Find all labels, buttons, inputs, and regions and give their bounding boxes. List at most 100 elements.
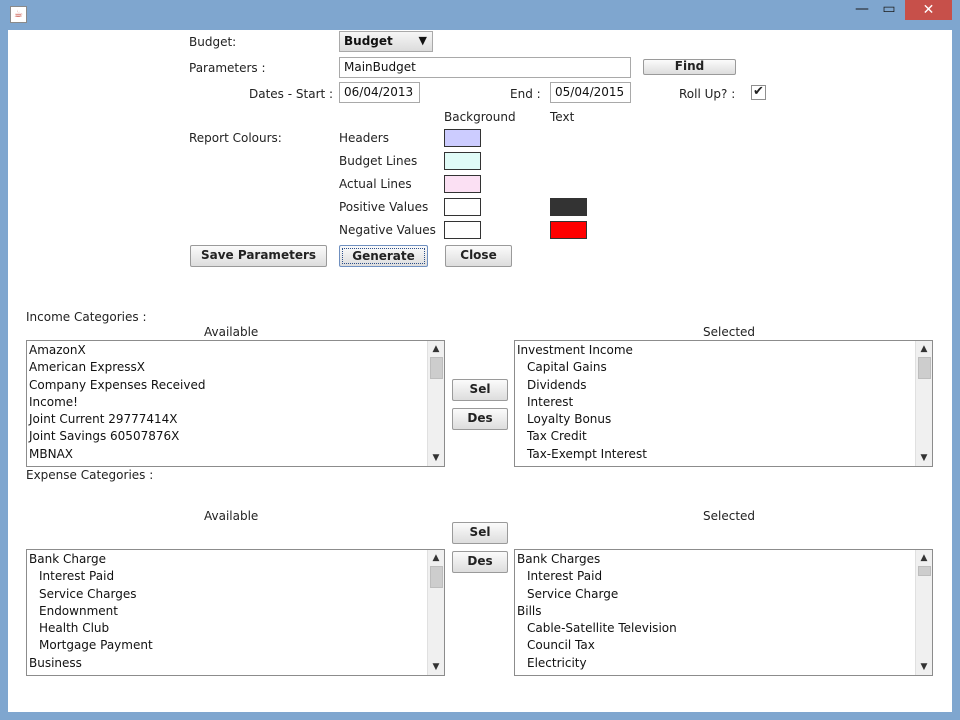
expense-available-header: Available [204, 509, 259, 523]
list-item[interactable]: Service Charges [28, 586, 427, 603]
scroll-thumb[interactable] [918, 566, 931, 576]
list-item[interactable]: Mortgage Payment [28, 637, 427, 654]
list-item[interactable]: Capital Gains [516, 359, 915, 376]
parameters-input[interactable]: MainBudget [339, 57, 631, 78]
chevron-down-icon: ▼ [418, 34, 427, 47]
income-available-list[interactable]: AmazonX American ExpressX Company Expenses… [26, 340, 445, 467]
rollup-checkbox[interactable]: ✔ [751, 85, 766, 100]
text-column-header: Text [550, 110, 575, 124]
expense-des-button[interactable]: Des [452, 551, 508, 573]
list-item[interactable]: Tax-Exempt Interest [516, 446, 915, 463]
end-date-input[interactable]: 05/04/2015 [550, 82, 631, 103]
generate-button[interactable]: Generate [339, 245, 428, 267]
list-item[interactable]: Cable-Satellite Television [516, 620, 915, 637]
list-item[interactable]: Joint Current 29777414X [28, 411, 427, 428]
title-bar[interactable]: ☕ — ▭ ✕ [0, 0, 960, 30]
list-item[interactable]: Council Tax [516, 637, 915, 654]
list-item[interactable]: MBNAX [28, 446, 427, 463]
find-button[interactable]: Find [643, 59, 736, 75]
headers-background-swatch[interactable] [444, 129, 481, 147]
budget-select[interactable]: Budget ▼ [339, 31, 433, 52]
list-item[interactable]: Loyalty Bonus [516, 411, 915, 428]
income-selected-scrollbar[interactable]: ▲ ▼ [915, 341, 932, 466]
headers-colour-label: Headers [339, 131, 389, 145]
end-date-label: End : [510, 87, 541, 101]
list-item[interactable]: Bank Charges [516, 551, 915, 568]
list-item[interactable]: Business [28, 655, 427, 672]
expense-selected-items: Bank Charges Interest Paid Service Charge B… [516, 551, 915, 674]
positive-values-colour-label: Positive Values [339, 200, 429, 214]
expense-available-scrollbar[interactable]: ▲ ▼ [427, 550, 444, 675]
save-parameters-button[interactable]: Save Parameters [190, 245, 327, 267]
expense-sel-button[interactable]: Sel [452, 522, 508, 544]
budget-select-value: Budget [344, 34, 393, 48]
list-item[interactable]: Investment Income [516, 342, 915, 359]
expense-categories-label: Expense Categories : [26, 468, 154, 482]
list-item[interactable]: Income! [28, 394, 427, 411]
list-item[interactable]: AmazonX [28, 342, 427, 359]
app-window: ☕ — ▭ ✕ Budget: Budget ▼ Parameters : Ma… [0, 0, 960, 720]
maximize-icon[interactable]: ▭ [876, 0, 902, 20]
list-item[interactable]: Dividends [516, 377, 915, 394]
list-item[interactable]: Endownment [28, 603, 427, 620]
rollup-label: Roll Up? : [679, 87, 736, 101]
negative-values-background-swatch[interactable] [444, 221, 481, 239]
income-sel-button[interactable]: Sel [452, 379, 508, 401]
list-item[interactable]: Health Club [28, 620, 427, 637]
start-date-input[interactable]: 06/04/2013 [339, 82, 420, 103]
background-column-header: Background [444, 110, 516, 124]
income-available-items: AmazonX American ExpressX Company Expenses… [28, 342, 427, 465]
scroll-down-icon[interactable]: ▼ [428, 659, 444, 675]
income-selected-list[interactable]: Investment Income Capital Gains Dividends I… [514, 340, 933, 467]
scroll-down-icon[interactable]: ▼ [916, 450, 932, 466]
list-item[interactable]: Service Charge [516, 586, 915, 603]
scroll-down-icon[interactable]: ▼ [916, 659, 932, 675]
expense-available-items: Bank Charge Interest Paid Service Charges E… [28, 551, 427, 674]
list-item[interactable]: Bank Charge [28, 551, 427, 568]
income-selected-header: Selected [703, 325, 756, 339]
negative-values-colour-label: Negative Values [339, 223, 436, 237]
report-colours-label: Report Colours: [189, 131, 282, 145]
income-available-header: Available [204, 325, 259, 339]
actual-lines-colour-label: Actual Lines [339, 177, 412, 191]
scroll-thumb[interactable] [918, 357, 931, 379]
positive-values-text-swatch[interactable] [550, 198, 587, 216]
list-item[interactable]: Interest Paid [28, 568, 427, 585]
list-item[interactable]: Interest [516, 394, 915, 411]
budget-lines-colour-label: Budget Lines [339, 154, 418, 168]
income-des-button[interactable]: Des [452, 408, 508, 430]
expense-available-list[interactable]: Bank Charge Interest Paid Service Charges E… [26, 549, 445, 676]
income-available-scrollbar[interactable]: ▲ ▼ [427, 341, 444, 466]
list-item[interactable]: Electricity [516, 655, 915, 672]
negative-values-text-swatch[interactable] [550, 221, 587, 239]
scroll-thumb[interactable] [430, 566, 443, 588]
income-selected-items: Investment Income Capital Gains Dividends I… [516, 342, 915, 465]
scroll-up-icon[interactable]: ▲ [428, 550, 444, 566]
scroll-down-icon[interactable]: ▼ [428, 450, 444, 466]
actual-lines-background-swatch[interactable] [444, 175, 481, 193]
list-item[interactable]: Company Expenses Received [28, 377, 427, 394]
list-item[interactable]: Bills [516, 603, 915, 620]
generate-button-label: Generate [342, 248, 425, 264]
parameters-label: Parameters : [189, 61, 266, 75]
budget-lines-background-swatch[interactable] [444, 152, 481, 170]
list-item[interactable]: Interest Paid [516, 568, 915, 585]
list-item[interactable]: Joint Savings 60507876X [28, 428, 427, 445]
positive-values-background-swatch[interactable] [444, 198, 481, 216]
expense-selected-header: Selected [703, 509, 756, 523]
main-panel: Budget: Budget ▼ Parameters : MainBudget… [8, 30, 952, 712]
close-button[interactable]: Close [445, 245, 512, 267]
scroll-thumb[interactable] [430, 357, 443, 379]
close-window-icon[interactable]: ✕ [905, 0, 952, 20]
expense-selected-list[interactable]: Bank Charges Interest Paid Service Charge B… [514, 549, 933, 676]
dates-start-label: Dates - Start : [249, 87, 334, 101]
expense-selected-scrollbar[interactable]: ▲ ▼ [915, 550, 932, 675]
list-item[interactable]: American ExpressX [28, 359, 427, 376]
scroll-up-icon[interactable]: ▲ [916, 341, 932, 357]
java-app-icon: ☕ [10, 6, 27, 23]
scroll-up-icon[interactable]: ▲ [428, 341, 444, 357]
income-categories-label: Income Categories : [26, 310, 147, 324]
list-item[interactable]: Tax Credit [516, 428, 915, 445]
minimize-icon[interactable]: — [849, 0, 875, 20]
scroll-up-icon[interactable]: ▲ [916, 550, 932, 566]
